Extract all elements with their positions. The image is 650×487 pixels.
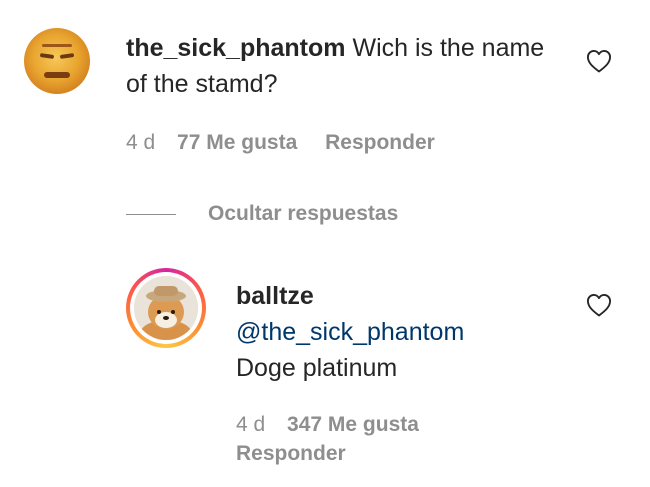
comment-username[interactable]: the_sick_phantom xyxy=(126,34,346,62)
comment-body: the_sick_phantom Wich is the name of the… xyxy=(126,30,546,102)
reply-text: Doge platinum xyxy=(236,354,398,382)
avatar-dog-image xyxy=(134,276,198,340)
story-ring[interactable] xyxy=(126,268,206,348)
reply-username[interactable]: balltze xyxy=(236,278,566,314)
heart-outline-icon xyxy=(586,50,612,73)
reply-timestamp[interactable]: 4 d xyxy=(236,410,265,439)
reply-mention[interactable]: @the_sick_phantom xyxy=(236,314,566,350)
reply-button[interactable]: Responder xyxy=(236,439,441,468)
avatar[interactable] xyxy=(24,28,90,94)
reply-button[interactable]: Responder xyxy=(325,131,435,155)
story-ring-gap xyxy=(130,272,202,344)
heart-outline-icon xyxy=(586,294,612,317)
comment: the_sick_phantom Wich is the name of the… xyxy=(0,0,650,200)
avatar-face-detail xyxy=(42,44,72,47)
reply-body: balltze @the_sick_phantom Doge platinum xyxy=(236,278,566,386)
avatar-face-detail xyxy=(39,53,55,59)
avatar[interactable] xyxy=(134,276,198,340)
reply-meta: 4 d 347 Me gusta Responder xyxy=(236,410,441,468)
avatar-face-detail xyxy=(59,53,75,59)
comment-timestamp[interactable]: 4 d xyxy=(126,131,155,155)
hide-replies-toggle[interactable]: Ocultar respuestas xyxy=(126,200,398,228)
reply-meta-row: 4 d 347 Me gusta xyxy=(236,410,441,439)
like-button[interactable] xyxy=(585,47,613,75)
comment-meta: 4 d 77 Me gusta Responder xyxy=(126,131,435,155)
avatar-face-detail xyxy=(44,72,70,78)
like-button[interactable] xyxy=(585,291,613,319)
hide-replies-label[interactable]: Ocultar respuestas xyxy=(208,202,398,226)
divider-line xyxy=(126,213,176,215)
comment-likes-count[interactable]: 77 Me gusta xyxy=(177,131,297,155)
reply-likes-count[interactable]: 347 Me gusta xyxy=(287,410,419,439)
